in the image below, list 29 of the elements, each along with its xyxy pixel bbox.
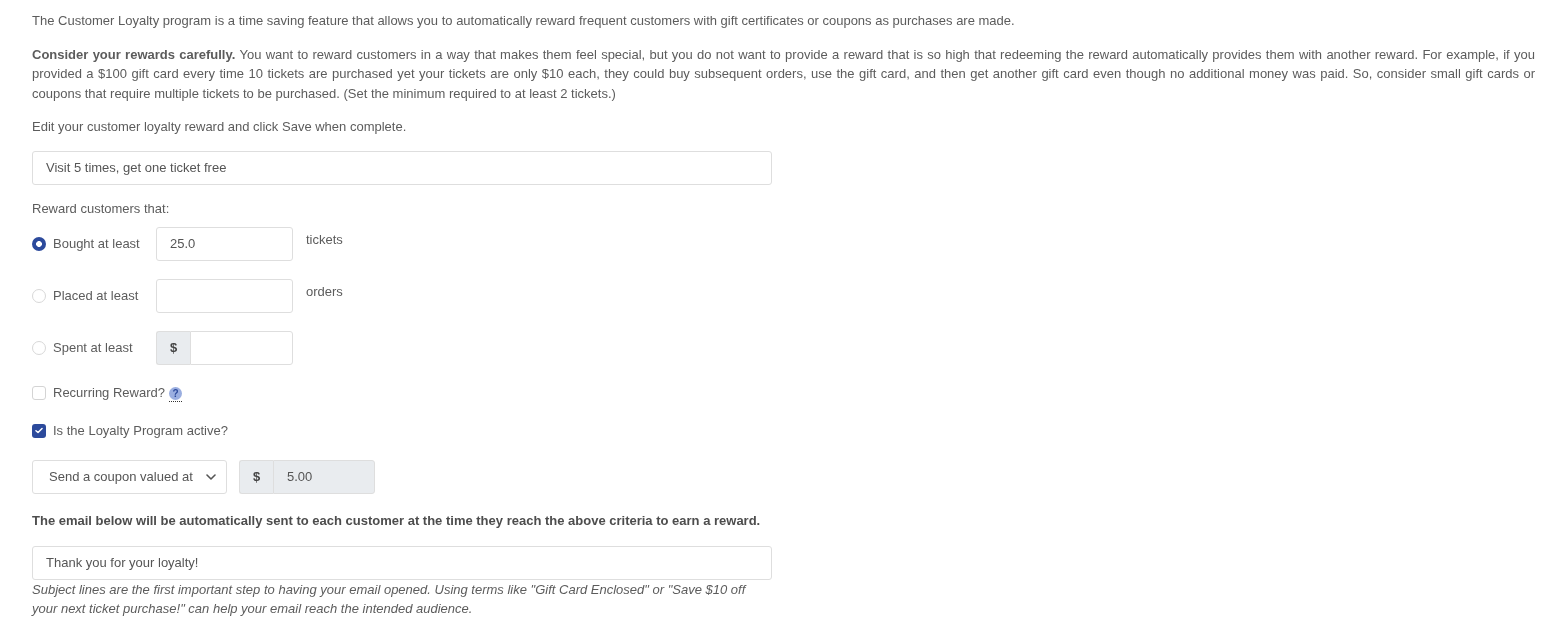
unit-label: orders xyxy=(306,282,344,301)
unit-label: tickets xyxy=(306,230,344,249)
count-field[interactable]: 25.0 xyxy=(156,226,293,261)
option-label: Placed at least xyxy=(53,286,140,305)
chevron-down-icon xyxy=(206,473,216,480)
section-label: Reward customers that: xyxy=(32,199,171,218)
option-label: Spent at least xyxy=(53,338,134,357)
email-subject-field[interactable]: Thank you for your loyalty! xyxy=(32,545,772,580)
instruction-text: Edit your customer loyalty reward and click Save when complete. xyxy=(32,118,408,136)
checkbox[interactable] xyxy=(32,423,46,438)
checkbox-label: Recurring Reward? xyxy=(53,383,165,402)
help-icon[interactable]: ? xyxy=(169,386,182,400)
amount-field[interactable] xyxy=(190,330,293,365)
warning-text: Consider your rewards carefully. You want to reward customers in a way that makes them feel special, but you do not want to provide a reward that is so high that redeeming the reward automatically provides them with another reward. For example, if you provided a $100 gift card every time 10 tickets are purchased yet your tickets are only $10 each, they could buy subsequent orders, use the gift card, and then get another gift card even though no additional money was paid. So, consider small gift cards or coupons that require multiple tickets to be purchased. (Set the minimum required to at least 2 tickets.) xyxy=(32,45,1535,103)
radio-button[interactable] xyxy=(32,236,46,251)
intro-text: The Customer Loyalty program is a time saving feature that allows you to automatically reward frequent customers with gift certificates or coupons as purchases are made. xyxy=(32,12,1016,30)
currency-prefix: $ xyxy=(239,459,273,494)
radio-button[interactable] xyxy=(32,340,46,355)
checkmark-icon xyxy=(35,427,43,434)
radio-button[interactable] xyxy=(32,288,46,303)
subject-help-text: Subject lines are the first important step to having your email opened. Using terms like "Gift Card Enclosed" or "Save $10 off your next ticket purchase!" can help your email reach the intended audience. xyxy=(32,580,748,618)
option-label: Bought at least xyxy=(53,234,141,253)
currency-prefix: $ xyxy=(156,330,190,365)
reward-name-field[interactable]: Visit 5 times, get one ticket free xyxy=(32,150,772,185)
email-note: The email below will be automatically sent to each customer at the time they reach the above criteria to earn a reward. xyxy=(32,511,762,530)
checkbox-label: Is the Loyalty Program active? xyxy=(53,421,228,440)
reward-type-dropdown[interactable]: Send a coupon valued at xyxy=(32,459,227,494)
checkbox[interactable] xyxy=(32,385,46,400)
count-field[interactable] xyxy=(156,278,293,313)
